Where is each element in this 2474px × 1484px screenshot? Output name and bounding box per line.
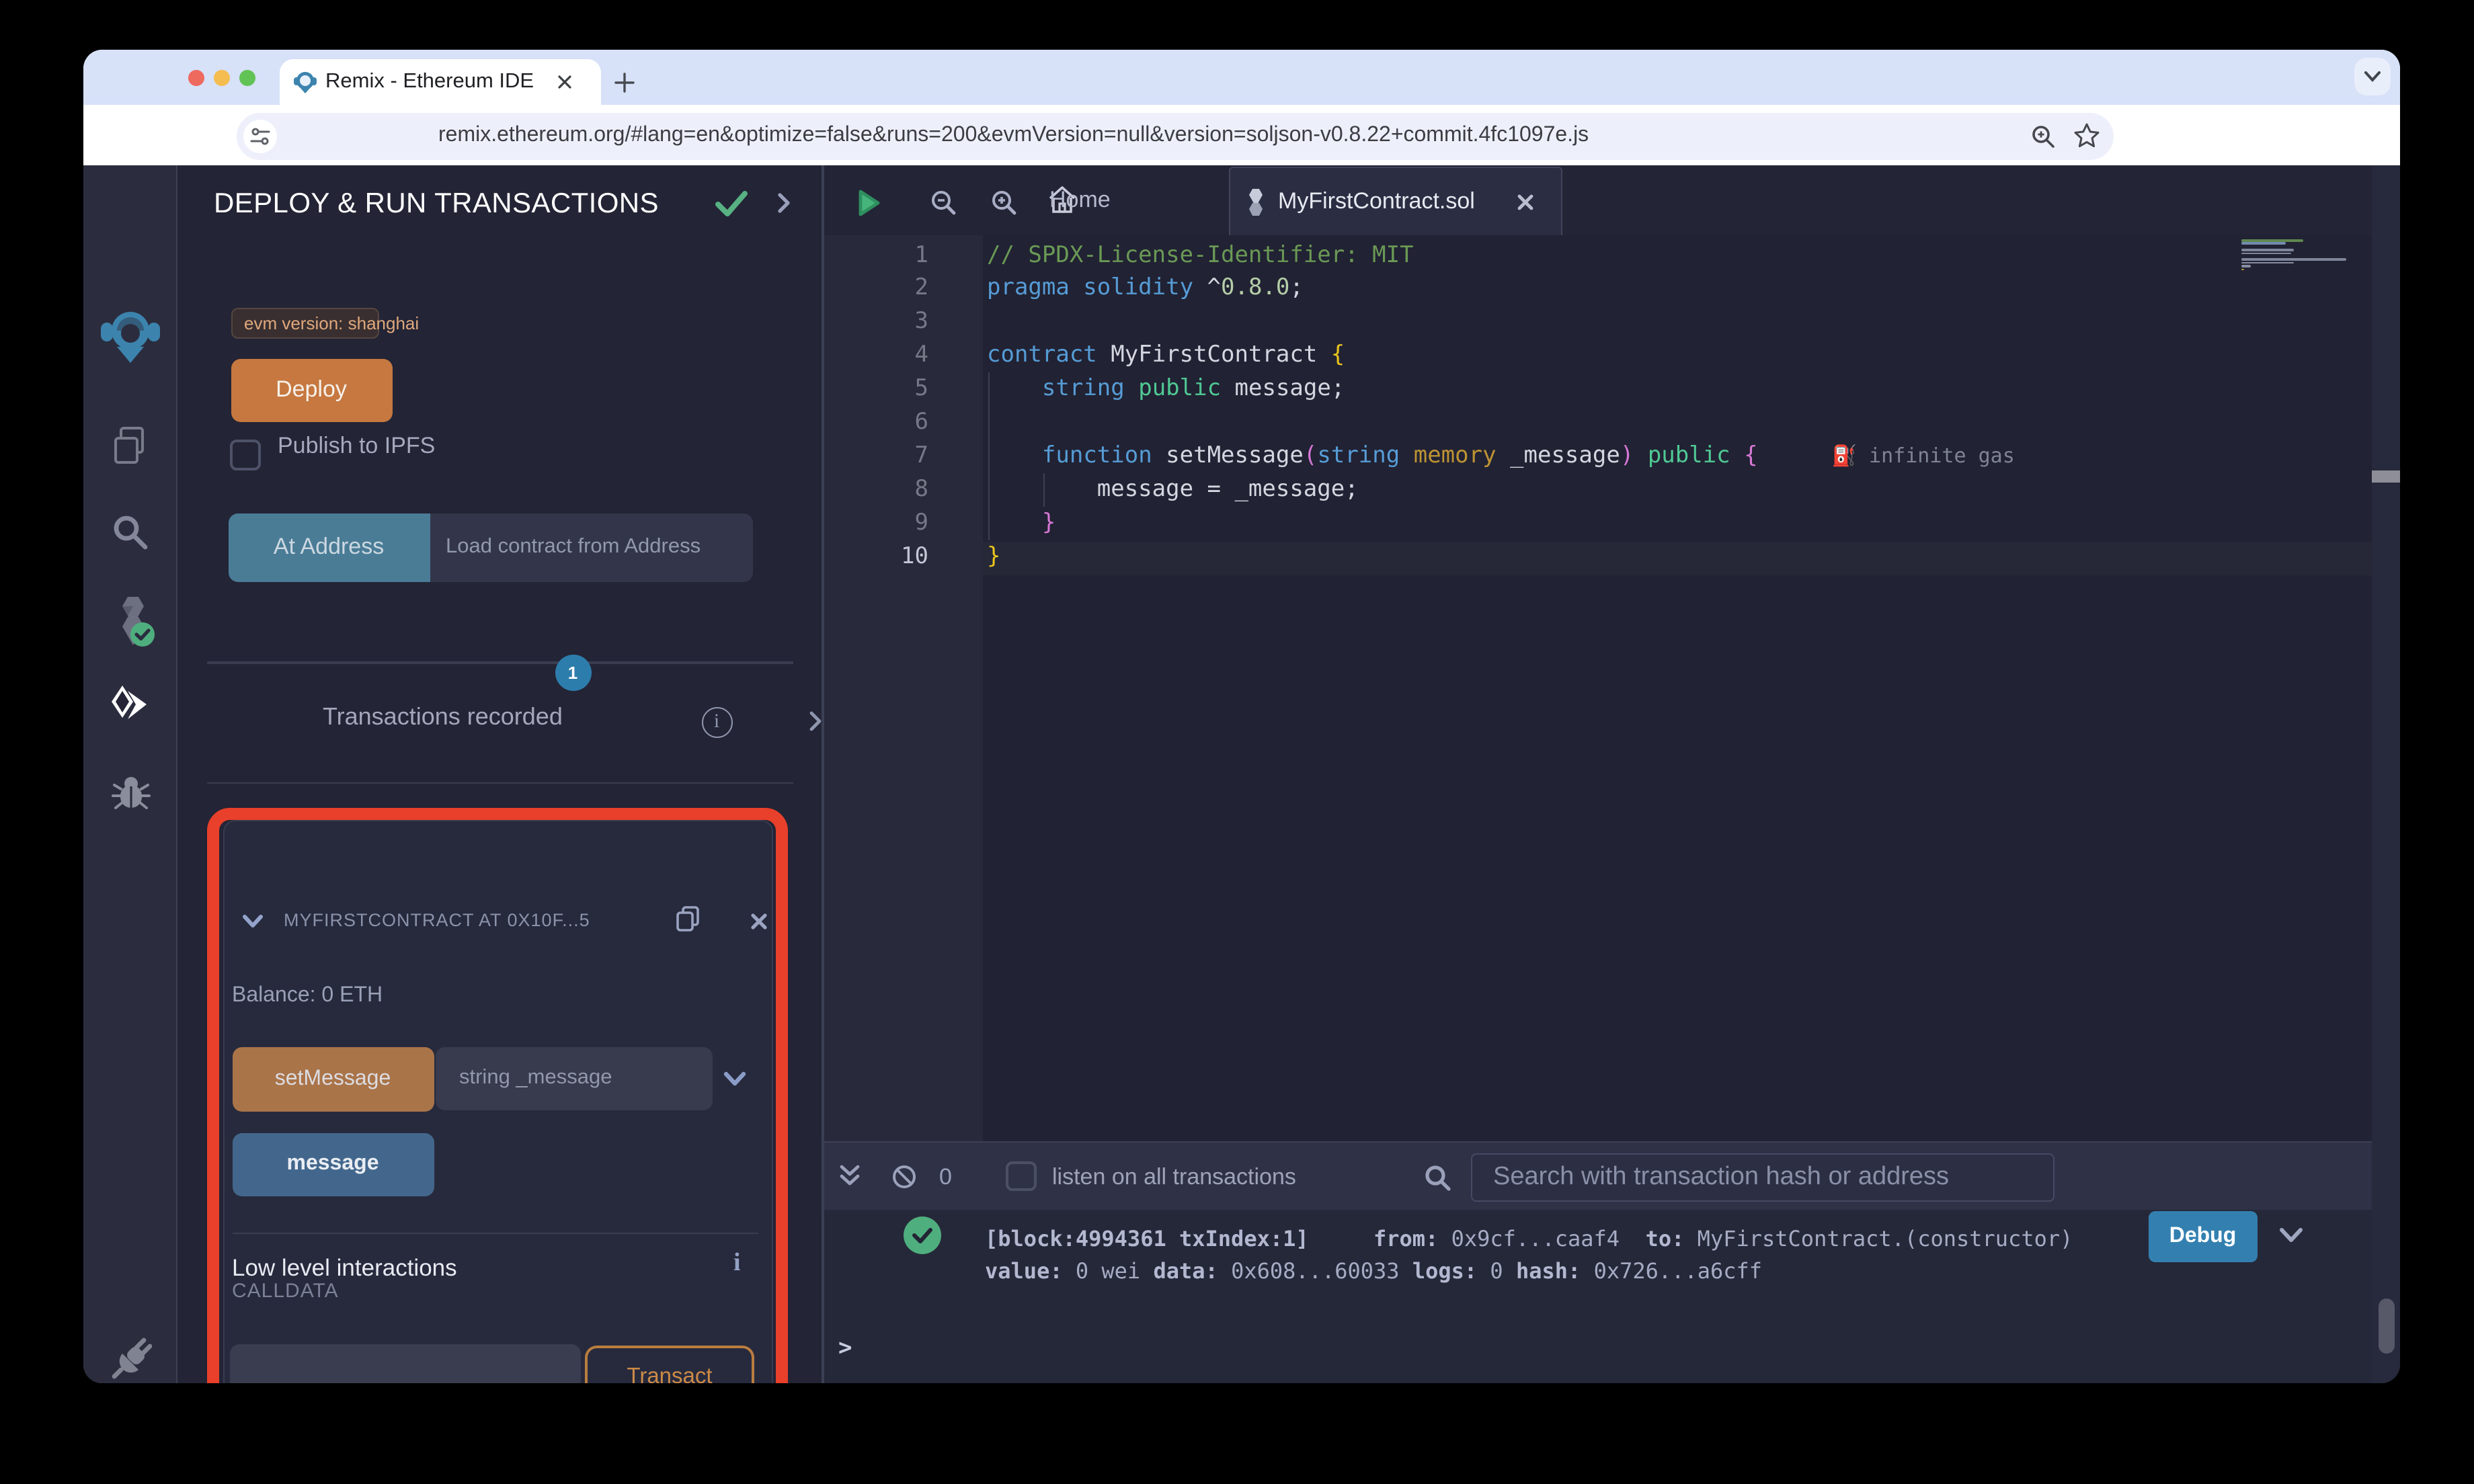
zoom-in-icon[interactable] [990, 189, 1016, 214]
terminal-search-input[interactable]: Search with transaction hash or address [1470, 1153, 2054, 1202]
listen-checkbox[interactable] [1005, 1161, 1036, 1191]
deploy-run-panel: DEPLOY & RUN TRANSACTIONS evm version: s… [177, 165, 913, 1383]
tx-success-icon [904, 1217, 941, 1254]
publish-ipfs-checkbox[interactable] [230, 439, 261, 470]
tab-home[interactable]: Home [1049, 165, 1111, 235]
panel-divider [207, 782, 793, 784]
code-lines: // SPDX-License-Identifier: MIT pragma so… [987, 241, 2015, 570]
tx-info-icon[interactable]: i [701, 706, 732, 737]
transaction-log[interactable]: [block:4994361 txIndex:1] from: 0x9cf...… [985, 1223, 2073, 1288]
panel-title: DEPLOY & RUN TRANSACTIONS [214, 188, 659, 219]
panel-check-icon [715, 191, 748, 216]
browser-window: Remix - Ethereum IDE remix.ethereum.org/… [83, 50, 2400, 1383]
tx-count-badge: 1 [555, 655, 591, 691]
page-scrollbar-track[interactable] [2371, 165, 2400, 1383]
code-editor[interactable]: 1 2 3 4 5 6 7 8 9 10 // SPDX-License-Identifier: … [824, 235, 2400, 1141]
remix-logo-icon[interactable] [101, 306, 160, 368]
low-level-info-icon[interactable]: i [733, 1248, 741, 1278]
transactions-recorded-label: Transactions recorded [323, 703, 563, 730]
plugin-manager-icon[interactable] [110, 1337, 152, 1380]
debug-button[interactable]: Debug [2148, 1211, 2258, 1262]
search-icon[interactable] [112, 513, 149, 551]
run-script-icon[interactable] [856, 188, 881, 218]
address-bar[interactable]: remix.ethereum.org/#lang=en&optimize=fal… [237, 112, 2114, 159]
pending-tx-count: 0 [939, 1163, 952, 1189]
terminal-search-icon [1425, 1165, 1450, 1190]
publish-ipfs-label[interactable]: Publish to IPFS [278, 430, 435, 461]
file-explorer-icon[interactable] [112, 426, 149, 465]
at-address-button[interactable]: At Address [228, 513, 430, 581]
editor-tabbar: Home MyFirstContract.sol [824, 165, 2400, 235]
browser-tabstrip: Remix - Ethereum IDE [83, 50, 2400, 105]
set-message-input[interactable]: string _message [435, 1046, 712, 1110]
expand-params-icon[interactable] [723, 1071, 746, 1087]
copy-address-icon[interactable] [676, 905, 699, 931]
load-contract-input[interactable]: Load contract from Address [430, 513, 752, 581]
deploy-run-icon[interactable] [109, 683, 153, 731]
zoom-out-icon[interactable] [930, 189, 955, 214]
remix-favicon [294, 72, 317, 93]
icon-rail [83, 165, 177, 1383]
traffic-minimize-button[interactable] [213, 70, 229, 86]
listen-label[interactable]: listen on all transactions [1052, 1143, 1296, 1211]
contract-title[interactable]: MYFIRSTCONTRACT AT 0X10F...5 [284, 909, 590, 930]
transact-button[interactable]: Transact [585, 1346, 754, 1383]
editor-minimap[interactable] [2241, 239, 2371, 272]
low-level-header: Low level interactions [232, 1253, 457, 1280]
message-button[interactable]: message [232, 1132, 434, 1196]
contract-balance: Balance: 0 ETH [232, 983, 383, 1006]
deploy-button[interactable]: Deploy [231, 358, 392, 421]
log-expand-icon[interactable] [2278, 1227, 2303, 1243]
new-tab-icon[interactable] [614, 73, 635, 93]
scrollbar-thumb-top[interactable] [2371, 470, 2400, 482]
line-numbers: 1 2 3 4 5 6 7 8 9 10 [901, 241, 928, 570]
url-text[interactable]: remix.ethereum.org/#lang=en&optimize=fal… [438, 112, 1589, 159]
evm-version-badge: evm version: shanghai [231, 307, 419, 338]
debugger-icon[interactable] [112, 773, 151, 813]
tab-search-button[interactable] [2354, 58, 2391, 95]
indent-guide [1043, 473, 1045, 507]
calldata-label: CALLDATA [232, 1279, 339, 1302]
screen: Remix - Ethereum IDE remix.ethereum.org/… [0, 0, 2474, 1484]
solidity-compiler-icon[interactable] [109, 595, 155, 649]
tab-file-title: MyFirstContract.sol [1278, 188, 1475, 214]
zoom-icon[interactable] [2030, 123, 2056, 149]
card-divider [232, 1232, 758, 1234]
tx-expand-icon[interactable] [809, 711, 822, 731]
calldata-input[interactable] [230, 1344, 581, 1383]
terminal-toolbar: 0 listen on all transactions Search with… [824, 1141, 2400, 1210]
traffic-zoom-button[interactable] [239, 70, 255, 86]
editor-area: Home MyFirstContract.sol 1 2 3 4 5 6 7 8… [824, 165, 2400, 1383]
contract-collapse-icon[interactable] [241, 913, 263, 928]
panel-divider [207, 661, 793, 663]
deployed-contract-card: MYFIRSTCONTRACT AT 0X10F...5 Balance: 0 … [223, 819, 772, 1383]
terminal-body[interactable]: [block:4994361 txIndex:1] from: 0x9cf...… [824, 1210, 2400, 1383]
terminal-collapse-icon[interactable] [838, 1164, 860, 1188]
panel-expand-icon[interactable] [777, 192, 791, 214]
remix-app: DEPLOY & RUN TRANSACTIONS evm version: s… [83, 165, 2400, 1383]
tab-title: Remix - Ethereum IDE [325, 70, 534, 93]
solidity-file-icon [1248, 189, 1262, 216]
terminal-prompt: > [838, 1335, 852, 1362]
site-settings-icon[interactable] [243, 119, 277, 153]
browser-tab[interactable]: Remix - Ethereum IDE [280, 59, 601, 105]
tab-file-active[interactable]: MyFirstContract.sol [1228, 167, 1562, 235]
indent-guide [988, 372, 990, 540]
traffic-close-button[interactable] [188, 70, 204, 86]
clear-console-icon[interactable] [891, 1164, 916, 1190]
tab-file-close-icon[interactable] [1516, 193, 1533, 210]
scrollbar-thumb-bottom[interactable] [2378, 1298, 2394, 1354]
browser-toolbar: remix.ethereum.org/#lang=en&optimize=fal… [83, 105, 2400, 208]
tab-close-icon[interactable] [557, 74, 573, 90]
set-message-button[interactable]: setMessage [232, 1047, 434, 1111]
contract-close-icon[interactable] [750, 913, 767, 930]
bookmark-star-icon[interactable] [2073, 122, 2100, 149]
